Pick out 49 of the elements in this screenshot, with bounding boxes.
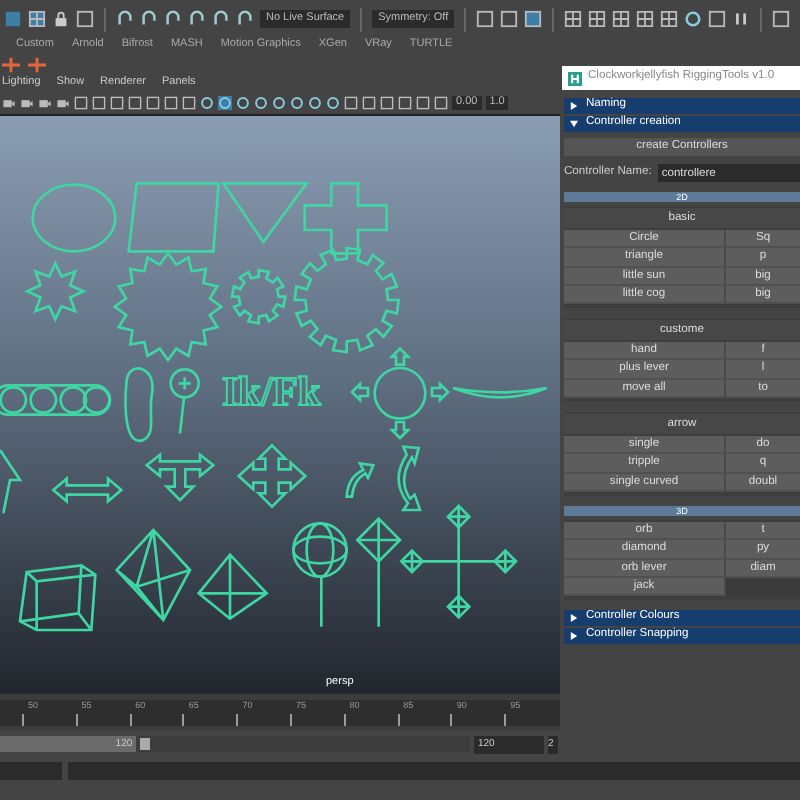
- square-icon[interactable]: [772, 10, 791, 28]
- square-icon[interactable]: [128, 94, 142, 112]
- collapse-arrow-icon: [570, 120, 578, 128]
- square-icon[interactable]: [76, 10, 94, 28]
- pause-icon[interactable]: [732, 10, 751, 28]
- viewport-label: Ik/Fk: [222, 370, 321, 415]
- circle-icon[interactable]: [236, 94, 250, 112]
- command-language-field[interactable]: [0, 761, 62, 779]
- grid-icon[interactable]: [660, 10, 679, 28]
- square-icon[interactable]: [110, 94, 124, 112]
- square-icon[interactable]: [182, 94, 196, 112]
- circle-icon[interactable]: [326, 94, 340, 112]
- square-icon[interactable]: [164, 94, 178, 112]
- joint-icon[interactable]: [2, 55, 20, 73]
- circle-icon[interactable]: [254, 94, 268, 112]
- command-line-field[interactable]: [68, 761, 800, 779]
- square-icon[interactable]: [362, 94, 376, 112]
- circle-icon[interactable]: [200, 94, 214, 112]
- square-icon[interactable]: [344, 94, 358, 112]
- square-icon[interactable]: [708, 10, 727, 28]
- grid-icon[interactable]: [28, 10, 46, 28]
- square-icon[interactable]: [500, 10, 519, 28]
- square-icon[interactable]: [434, 94, 448, 112]
- square-icon[interactable]: [74, 94, 88, 112]
- sphere-icon[interactable]: [218, 94, 232, 112]
- square-icon[interactable]: [524, 10, 543, 28]
- square-icon[interactable]: [416, 94, 430, 112]
- app-icon: [568, 71, 582, 85]
- expand-arrow-icon: [570, 102, 578, 110]
- joint-icon[interactable]: [28, 55, 46, 73]
- lock-icon[interactable]: [52, 10, 70, 28]
- square-icon[interactable]: [476, 10, 495, 28]
- camera-icon[interactable]: [2, 94, 16, 112]
- camera-icon[interactable]: [38, 94, 52, 112]
- square-icon[interactable]: [92, 94, 106, 112]
- camera-icon[interactable]: [20, 94, 34, 112]
- grid-icon[interactable]: [612, 10, 631, 28]
- circle-icon[interactable]: [308, 94, 322, 112]
- camera-icon[interactable]: [56, 94, 70, 112]
- grid-icon[interactable]: [636, 10, 655, 28]
- circle-icon[interactable]: [290, 94, 304, 112]
- slider-handle[interactable]: [140, 738, 151, 750]
- square-icon[interactable]: [380, 94, 394, 112]
- circle-icon[interactable]: [684, 10, 703, 28]
- square-icon[interactable]: [398, 94, 412, 112]
- square-icon[interactable]: [146, 94, 160, 112]
- circle-icon[interactable]: [272, 94, 286, 112]
- grid-icon[interactable]: [564, 10, 583, 28]
- grid-icon[interactable]: [588, 10, 607, 28]
